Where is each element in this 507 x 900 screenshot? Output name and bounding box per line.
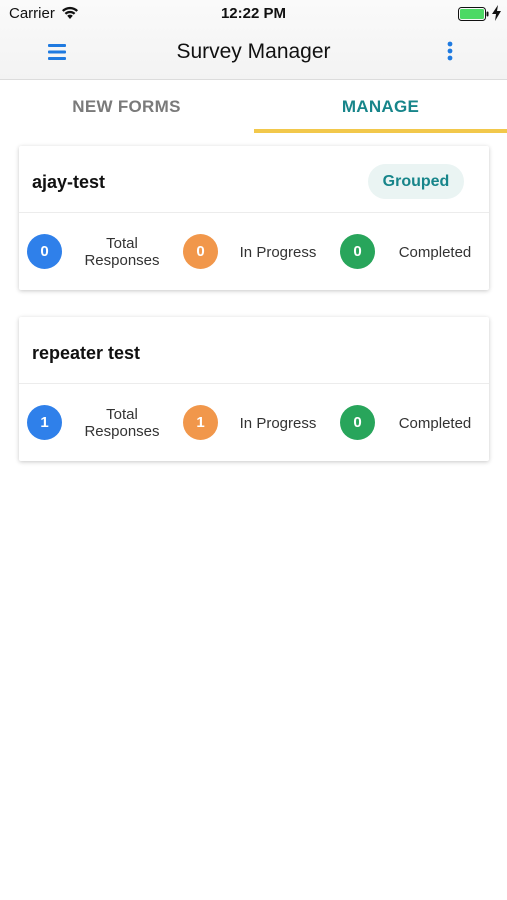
grouped-badge[interactable]: Grouped xyxy=(368,164,464,199)
more-options-icon[interactable] xyxy=(440,40,460,64)
status-time: 12:22 PM xyxy=(220,5,287,22)
total-responses-count: 0 xyxy=(27,234,62,269)
total-label-line1: Total xyxy=(106,235,138,252)
completed-label: Completed xyxy=(398,244,472,261)
status-bar: Carrier 12:22 PM xyxy=(0,0,507,28)
total-responses-label: Total Responses xyxy=(79,406,165,440)
form-card[interactable]: repeater test 1 Total Responses 1 In Pro… xyxy=(19,317,489,461)
total-responses-count: 1 xyxy=(27,405,62,440)
total-label-line2: Responses xyxy=(84,252,160,269)
active-tab-indicator xyxy=(254,129,507,133)
tab-new-forms[interactable]: NEW FORMS xyxy=(0,80,253,133)
completed-label: Completed xyxy=(398,415,472,432)
form-stats: 1 Total Responses 1 In Progress 0 Comple… xyxy=(19,384,489,461)
form-card-header: repeater test xyxy=(19,317,489,384)
form-title: repeater test xyxy=(32,343,141,363)
form-card[interactable]: ajay-test Grouped 0 Total Responses 0 In… xyxy=(19,146,489,290)
completed-count: 0 xyxy=(340,405,375,440)
battery-icon xyxy=(458,7,490,26)
in-progress-label: In Progress xyxy=(239,244,317,261)
total-label-line2: Responses xyxy=(84,423,160,440)
form-title: ajay-test xyxy=(32,172,106,192)
total-label-line1: Total xyxy=(106,406,138,423)
page-title: Survey Manager xyxy=(176,40,331,63)
in-progress-count: 0 xyxy=(183,234,218,269)
form-stats: 0 Total Responses 0 In Progress 0 Comple… xyxy=(19,213,489,290)
navigation-bar: Survey Manager xyxy=(0,28,507,80)
charging-icon xyxy=(492,5,501,26)
in-progress-label: In Progress xyxy=(239,415,317,432)
completed-count: 0 xyxy=(340,234,375,269)
in-progress-count: 1 xyxy=(183,405,218,440)
top-bar: Carrier 12:22 PM Survey Manager xyxy=(0,0,507,80)
form-card-header: ajay-test Grouped xyxy=(19,146,489,213)
total-responses-label: Total Responses xyxy=(79,235,165,269)
tab-manage[interactable]: MANAGE xyxy=(254,80,507,133)
tab-bar: NEW FORMS MANAGE xyxy=(0,80,507,133)
